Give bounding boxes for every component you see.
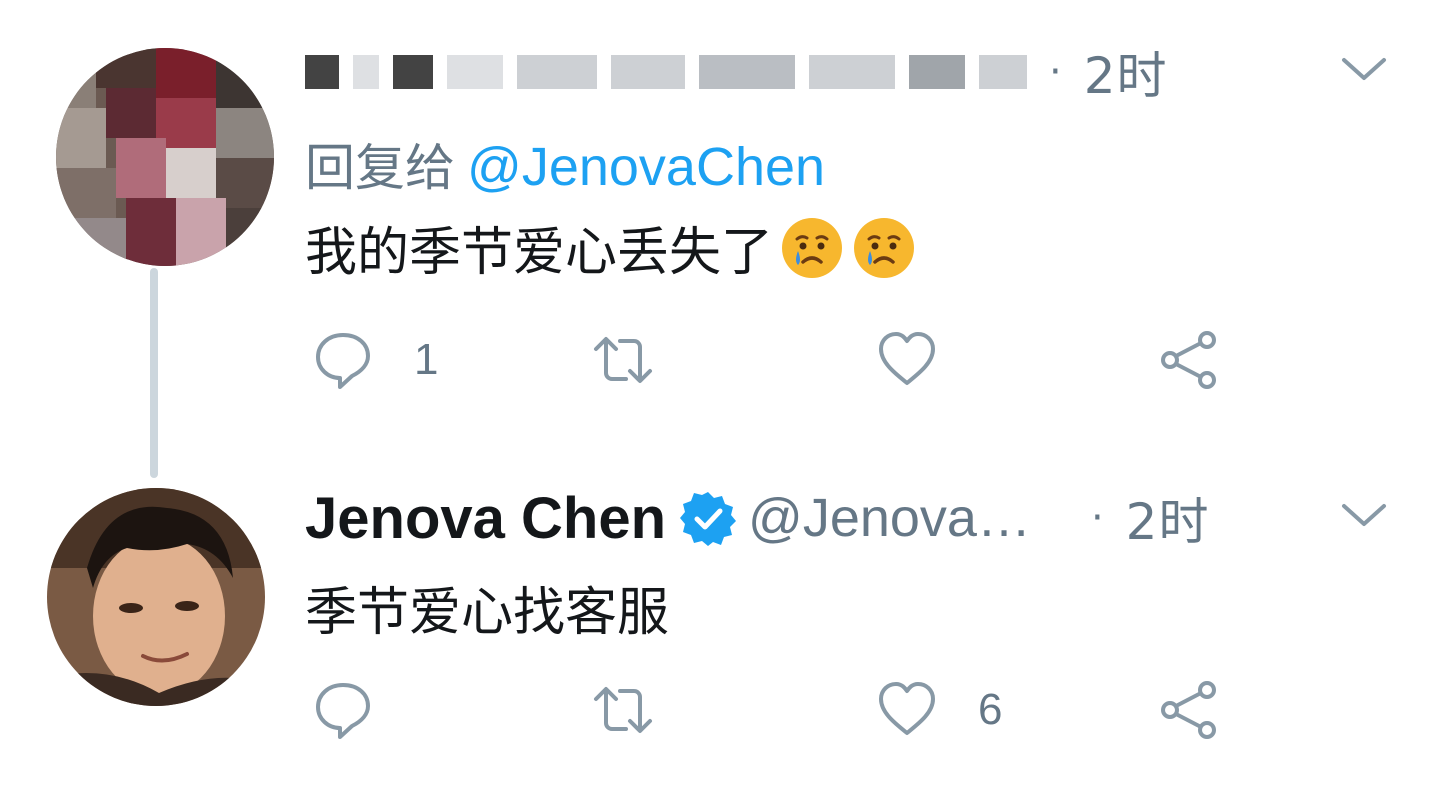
reply-to-label: 回复给 [305, 139, 455, 197]
avatar-pixelated[interactable] [56, 48, 274, 266]
tweet-actions: 1 [0, 320, 1440, 400]
reply-to-line: 回复给 @JenovaChen [305, 128, 825, 200]
reply-icon [316, 333, 370, 389]
share-icon [1161, 331, 1216, 389]
like-button[interactable] [876, 320, 978, 400]
tweet-2[interactable]: Jenova Chen @Jenova… · 2时 季节爱心找客服 6 [0, 470, 1440, 788]
caret-down-icon[interactable] [1340, 500, 1388, 530]
caret-down-icon[interactable] [1340, 54, 1388, 84]
tweet-text: 我的季节爱心丢失了 [305, 210, 917, 285]
retweet-icon [594, 337, 652, 383]
verified-badge-icon [680, 492, 736, 546]
reply-button[interactable]: 1 [312, 320, 438, 400]
share-button[interactable] [1158, 320, 1220, 400]
share-icon [1161, 681, 1216, 739]
tweet-actions: 6 [0, 670, 1440, 750]
tweet-header: Jenova Chen @Jenova… · 2时 [305, 486, 1209, 552]
like-icon [879, 682, 935, 735]
tweet-body: 我的季节爱心丢失了 [305, 223, 774, 283]
like-count: 6 [978, 685, 1003, 734]
reply-to-mention[interactable]: @JenovaChen [467, 137, 825, 197]
reply-icon [316, 683, 370, 739]
separator-dot: · [1049, 49, 1062, 95]
tweet-text: 季节爱心找客服 [305, 570, 669, 645]
timestamp[interactable]: 2时 [1126, 482, 1210, 554]
author-handle[interactable]: @Jenova… [748, 487, 1031, 549]
author-display-name[interactable]: Jenova Chen [305, 485, 666, 552]
tweet-1[interactable]: · 2时 回复给 @JenovaChen 我的季节爱心丢失了 1 [0, 0, 1440, 478]
retweet-icon [594, 687, 652, 733]
retweet-button[interactable] [592, 320, 654, 400]
separator-dot: · [1090, 495, 1104, 541]
like-button[interactable]: 6 [876, 670, 1002, 750]
tweet-header: · 2时 [305, 42, 1168, 105]
redacted-author-name [305, 42, 1027, 102]
retweet-button[interactable] [592, 670, 654, 750]
crying-face-emoji-icon [854, 217, 915, 278]
share-button[interactable] [1158, 670, 1220, 750]
reply-count: 1 [414, 335, 439, 384]
crying-face-emoji-icon [782, 217, 843, 278]
tweet-body: 季节爱心找客服 [305, 583, 670, 643]
like-icon [879, 332, 935, 385]
reply-button[interactable] [312, 670, 414, 750]
timestamp[interactable]: 2时 [1084, 36, 1168, 108]
